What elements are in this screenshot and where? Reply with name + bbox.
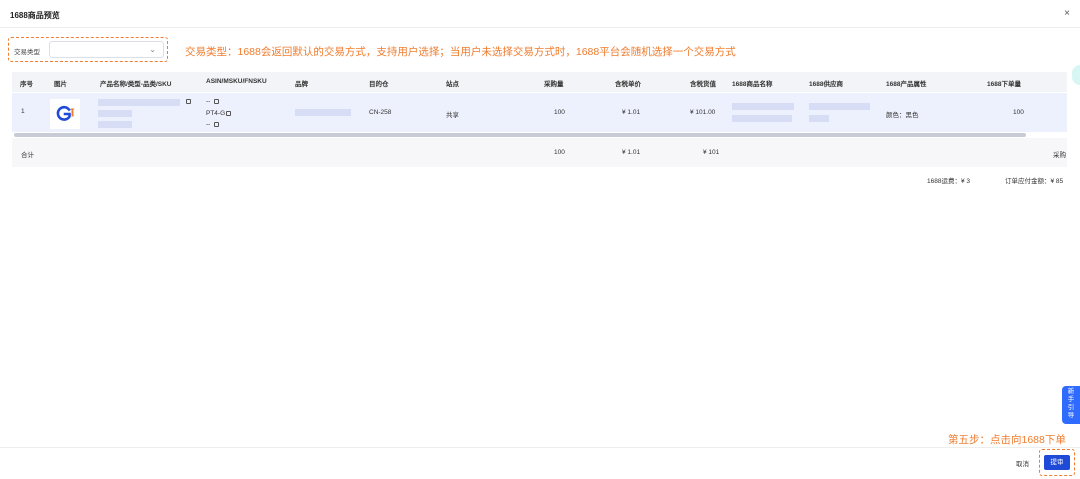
product-sku-masked — [98, 121, 132, 128]
header-warehouse: 目的仓 — [369, 81, 389, 88]
order-total: 订单应付金额：¥ 85 — [1005, 175, 1063, 185]
attr-value: 颜色：黑色 — [886, 112, 919, 119]
supplier-masked — [809, 103, 870, 110]
header-1688-name: 1688商品名称 — [732, 81, 773, 88]
brand-masked — [295, 109, 351, 116]
scrollbar-thumb[interactable] — [14, 133, 1026, 137]
copy-icon[interactable] — [214, 122, 219, 127]
shipping-label: 1688运费： — [927, 178, 961, 185]
asin-value: -- — [206, 98, 211, 105]
header-image: 图片 — [54, 81, 67, 88]
fnsku-value: -- — [206, 121, 211, 128]
header-value: 含税货值 — [690, 81, 716, 88]
header-brand: 品牌 — [295, 81, 308, 88]
trade-type-filter: 交易类型 ⌄ — [8, 37, 168, 62]
order-total-value: ¥ 85 — [1050, 178, 1064, 185]
beginner-guide-tab[interactable]: 新手引导 — [1062, 386, 1080, 424]
total-qty: 100 — [554, 149, 565, 156]
submit-highlight: 提审 — [1039, 449, 1075, 476]
chevron-down-icon: ⌄ — [149, 45, 156, 54]
trade-type-label: 交易类型 — [14, 49, 40, 56]
total-trailing: 采购 — [1053, 152, 1066, 159]
product-image — [50, 99, 80, 129]
header-qty: 采购量 — [544, 81, 564, 88]
unit-price-value: ¥ 1.01 — [622, 109, 641, 116]
header-supplier: 1688供应商 — [809, 81, 843, 88]
table-header: 序号 图片 产品名称/类型-品类/SKU ASIN/MSKU/FNSKU 品牌 … — [12, 72, 1067, 92]
order-total-label: 订单应付金额： — [1005, 178, 1051, 185]
qty-value: 100 — [554, 109, 565, 116]
site-value: 共享 — [446, 112, 459, 119]
value-value: ¥ 101.00 — [690, 109, 716, 116]
copy-icon[interactable] — [226, 111, 231, 116]
header-index: 序号 — [20, 81, 33, 88]
trade-type-select[interactable]: ⌄ — [49, 41, 164, 58]
shipping-value: ¥ 3 — [960, 178, 971, 185]
copy-icon[interactable] — [186, 99, 191, 104]
product-type-masked — [98, 110, 132, 117]
warehouse-value: CN-258 — [369, 109, 392, 116]
product-name-masked — [98, 99, 180, 106]
step-five-annotation: 第五步：点击向1688下单 — [948, 434, 1066, 446]
supplier-masked-2 — [809, 115, 829, 122]
total-label: 合计 — [21, 152, 34, 159]
footer-divider — [0, 447, 1080, 448]
cancel-button[interactable]: 取消 — [1010, 456, 1035, 472]
preview-table: 序号 图片 产品名称/类型-品类/SKU ASIN/MSKU/FNSKU 品牌 … — [12, 72, 1067, 167]
row-index: 1 — [21, 108, 25, 115]
header-asin: ASIN/MSKU/FNSKU — [206, 78, 267, 85]
header-site: 站点 — [446, 81, 459, 88]
header-product: 产品名称/类型-品类/SKU — [100, 81, 172, 88]
total-row: 合计 100 ¥ 1.01 ¥ 101 采购 — [12, 138, 1067, 167]
g-logo-icon — [50, 99, 80, 129]
1688-name-masked — [732, 103, 794, 110]
close-icon[interactable]: × — [1064, 8, 1070, 19]
submit-button[interactable]: 提审 — [1044, 455, 1070, 470]
modal-title: 1688商品预览 — [10, 11, 60, 20]
header-unit-price: 含税单价 — [615, 81, 641, 88]
trade-type-annotation: 交易类型：1688会返回默认的交易方式，支持用户选择；当用户未选择交易方式时，1… — [185, 46, 736, 58]
shipping-fee: 1688运费：¥ 3 — [927, 175, 970, 185]
header-order-qty: 1688下单量 — [987, 81, 1021, 88]
copy-icon[interactable] — [214, 99, 219, 104]
order-qty-value: 100 — [1013, 109, 1024, 116]
side-widget[interactable] — [1072, 65, 1080, 85]
header-attr: 1688产品属性 — [886, 81, 927, 88]
total-unit-price: ¥ 1.01 — [622, 149, 641, 156]
total-value: ¥ 101 — [703, 149, 720, 156]
modal-header: 1688商品预览 × — [0, 0, 1080, 28]
table-row[interactable]: 1 -- PT4-G -- CN-258 共享 100 ¥ 1.01 ¥ 101… — [12, 93, 1067, 132]
msku-value: PT4-G — [206, 110, 226, 117]
1688-name-masked-2 — [732, 115, 792, 122]
